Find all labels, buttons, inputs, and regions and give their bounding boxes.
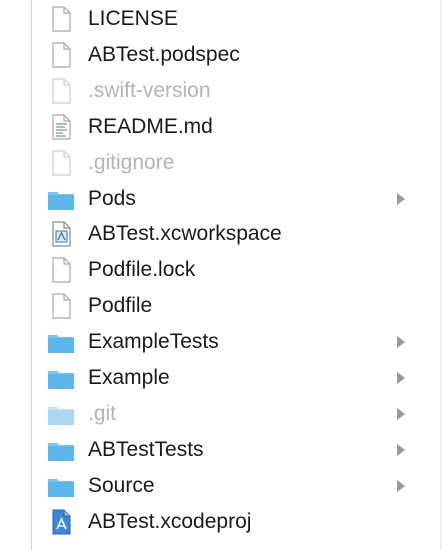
text-document-icon [47,113,75,141]
disclosure-arrow-icon[interactable] [393,406,409,422]
file-row-license[interactable]: LICENSE [32,1,442,37]
file-name: LICENSE [88,7,178,30]
file-name: Podfile [88,294,153,318]
file-name: .swift-version [88,78,211,102]
file-name: ABTestTests [88,437,204,461]
document-icon [47,5,75,33]
folder-icon [47,328,75,356]
folder-icon [47,364,75,392]
document-icon [47,256,75,284]
file-row-exampletests[interactable]: ExampleTests [32,324,442,360]
file-row-gitignore[interactable]: .gitignore [32,145,442,181]
file-name: .gitignore [88,150,175,174]
sidebar-edge [0,0,31,550]
file-row-podfile-lock[interactable]: Podfile.lock [32,252,442,288]
file-list: LICENSE ABTest.podspec .swift-version READM… [32,0,442,550]
disclosure-arrow-icon[interactable] [393,370,409,386]
file-name: Podfile.lock [88,258,196,282]
file-row-podfile[interactable]: Podfile [32,288,442,324]
document-icon [47,292,75,320]
xcodeproj-icon [47,508,75,536]
file-row-git[interactable]: .git [32,396,442,432]
disclosure-arrow-icon[interactable] [393,191,409,207]
file-row-readme-md[interactable]: README.md [32,109,442,145]
document-icon [47,41,75,69]
file-name: ABTest.xcodeproj [88,509,252,533]
document-icon [47,77,75,105]
file-row-abtesttests[interactable]: ABTestTests [32,432,442,468]
file-row-pods[interactable]: Pods [32,181,442,217]
file-name: ExampleTests [88,330,219,354]
file-row-abtest-xcworkspace[interactable]: ABTest.xcworkspace [32,216,442,252]
file-name: Source [88,473,155,497]
file-row-abtest-xcodeproj[interactable]: ABTest.xcodeproj [32,504,442,540]
file-row-example[interactable]: Example [32,360,442,396]
file-row-source[interactable]: Source [32,468,442,504]
file-name: Pods [88,186,136,210]
folder-icon [47,436,75,464]
folder-icon [47,185,75,213]
file-row-swift-version[interactable]: .swift-version [32,73,442,109]
file-row-abtest-podspec[interactable]: ABTest.podspec [32,37,442,73]
disclosure-arrow-icon[interactable] [393,334,409,350]
disclosure-arrow-icon[interactable] [393,478,409,494]
folder-icon [47,400,75,428]
folder-icon [47,472,75,500]
xcworkspace-icon [47,220,75,248]
file-name: ABTest.xcworkspace [88,222,282,246]
file-name: .git [88,401,117,425]
file-name: ABTest.podspec [88,42,240,66]
file-name: Example [88,366,170,389]
disclosure-arrow-icon[interactable] [393,442,409,458]
document-icon [47,149,75,177]
file-name: README.md [88,114,213,138]
